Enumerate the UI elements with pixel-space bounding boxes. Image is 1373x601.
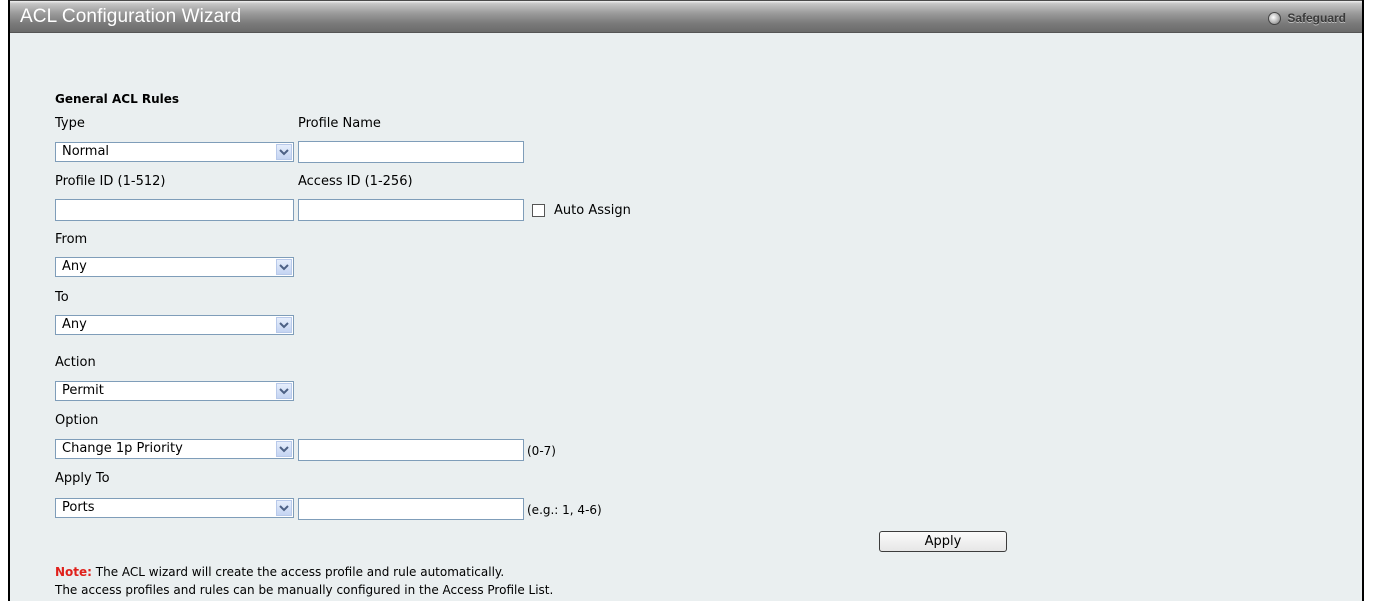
action-select[interactable]: Permit — [55, 381, 294, 401]
to-label: To — [55, 290, 69, 305]
option-select-value: Change 1p Priority — [62, 441, 183, 456]
chevron-down-icon[interactable] — [276, 317, 292, 333]
auto-assign-checkbox[interactable] — [532, 204, 545, 217]
safeguard-indicator-icon — [1268, 11, 1282, 25]
wizard-panel: ACL Configuration Wizard Safeguard Gener… — [8, 0, 1364, 601]
note-line-1: Note: The ACL wizard will create the acc… — [55, 565, 504, 579]
chevron-down-icon[interactable] — [276, 500, 292, 516]
to-select-value: Any — [62, 317, 87, 332]
safeguard-label: Safeguard — [1287, 11, 1346, 25]
profile-name-input[interactable] — [298, 141, 524, 163]
option-label: Option — [55, 413, 99, 428]
profile-id-input[interactable] — [55, 199, 294, 221]
profile-id-label: Profile ID (1-512) — [55, 174, 166, 189]
ports-hint: (e.g.: 1, 4-6) — [527, 503, 602, 517]
from-select-value: Any — [62, 259, 87, 274]
apply-button[interactable]: Apply — [879, 531, 1007, 552]
type-select[interactable]: Normal — [55, 142, 294, 162]
safeguard-indicator: Safeguard — [1268, 9, 1346, 27]
option-select[interactable]: Change 1p Priority — [55, 439, 294, 459]
title-bar: ACL Configuration Wizard Safeguard — [10, 0, 1362, 33]
type-select-value: Normal — [62, 144, 110, 159]
access-id-input[interactable] — [298, 199, 524, 221]
priority-hint: (0-7) — [527, 444, 556, 458]
access-id-label: Access ID (1-256) — [298, 174, 413, 189]
note-text-1: The ACL wizard will create the access pr… — [91, 565, 505, 579]
action-label: Action — [55, 355, 96, 370]
apply-to-select[interactable]: Ports — [55, 498, 294, 518]
chevron-down-icon[interactable] — [276, 383, 292, 399]
from-label: From — [55, 232, 88, 247]
from-select[interactable]: Any — [55, 257, 294, 277]
section-title: General ACL Rules — [55, 92, 180, 106]
to-select[interactable]: Any — [55, 315, 294, 335]
apply-to-select-value: Ports — [62, 500, 95, 515]
priority-input[interactable] — [298, 439, 524, 461]
action-select-value: Permit — [62, 383, 104, 398]
auto-assign-label: Auto Assign — [554, 203, 631, 218]
page-title: ACL Configuration Wizard — [20, 6, 242, 27]
chevron-down-icon[interactable] — [276, 259, 292, 275]
chevron-down-icon[interactable] — [276, 144, 292, 160]
chevron-down-icon[interactable] — [276, 441, 292, 457]
note-prefix: Note: — [55, 565, 92, 579]
note-line-2: The access profiles and rules can be man… — [55, 583, 554, 597]
profile-name-label: Profile Name — [298, 116, 381, 131]
apply-to-label: Apply To — [55, 471, 110, 486]
type-label: Type — [55, 116, 85, 131]
ports-input[interactable] — [298, 498, 524, 520]
